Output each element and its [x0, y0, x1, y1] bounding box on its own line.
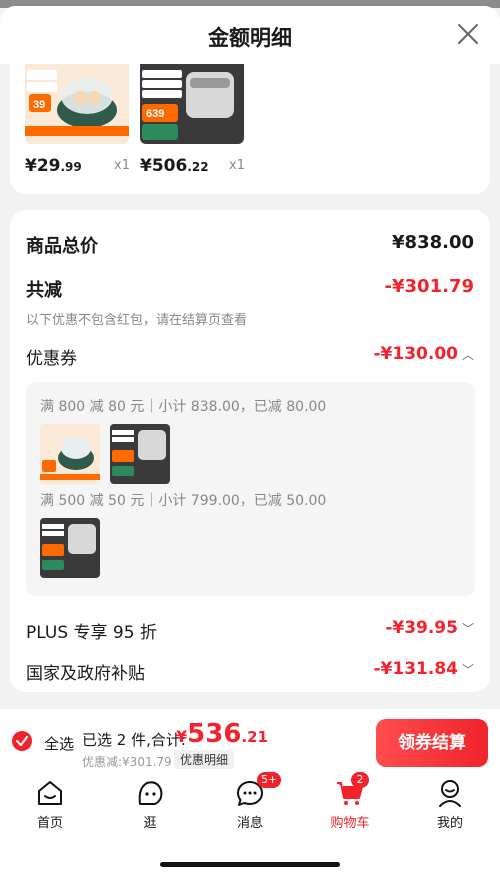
- browse-icon: [138, 781, 163, 805]
- chevron-down-icon: ﹀: [461, 663, 474, 677]
- chevron-up-icon: ︿: [461, 348, 474, 362]
- select-all-checkbox[interactable]: [12, 731, 32, 751]
- product-price: ¥29.99: [25, 156, 82, 176]
- total-reduction-label: 共减: [26, 280, 62, 301]
- cart-badge: 2: [351, 772, 369, 788]
- subsidy-label: 国家及政府补贴: [26, 664, 145, 684]
- tab-browse[interactable]: 逛: [110, 778, 190, 831]
- coupon-detail-box: 满 800 减 80 元｜小计 838.00，已减 80.00 满 500 减 …: [26, 382, 475, 596]
- close-button[interactable]: [456, 22, 480, 46]
- close-icon: [458, 24, 478, 44]
- tab-label: 购物车: [330, 816, 370, 831]
- product-list-card: 39 639 ¥29.99 x1 ¥506.22 x1: [10, 64, 490, 194]
- coupon-rule: 满 500 减 50 元｜小计 799.00，已减 50.00: [40, 493, 327, 509]
- home-icon: [38, 781, 62, 805]
- tab-label: 首页: [36, 816, 63, 831]
- plus-discount-value: -¥39.95: [385, 618, 458, 638]
- product-thumbnail-rice-cooker[interactable]: 639: [140, 64, 244, 144]
- product-price: ¥506.22: [140, 156, 209, 176]
- total-reduction-value: -¥301.79: [384, 276, 474, 297]
- product-thumb-price: 639: [146, 108, 164, 120]
- discount-summary: 优惠减:¥301.79: [82, 755, 172, 769]
- selected-summary: 已选 2 件,合计:: [82, 731, 186, 749]
- coupon-product-thumbnail: [110, 424, 170, 484]
- total-price-value: ¥838.00: [392, 232, 474, 253]
- tab-home[interactable]: 首页: [10, 778, 90, 831]
- plus-discount-toggle[interactable]: -¥39.95 ﹀: [385, 618, 474, 638]
- tab-label: 消息: [236, 816, 263, 831]
- checkout-button[interactable]: 领券结算: [376, 719, 488, 767]
- message-badge: 5+: [257, 772, 282, 788]
- coupon-product-thumbnail: [40, 424, 100, 484]
- discount-detail-tag[interactable]: 优惠明细: [174, 750, 235, 769]
- tab-label: 我的: [436, 816, 463, 831]
- coupon-product-thumbnail: [40, 518, 100, 578]
- home-indicator: [160, 862, 340, 867]
- profile-icon: [439, 780, 461, 807]
- tab-label: 逛: [143, 816, 157, 831]
- coupon-rule: 满 800 减 80 元｜小计 838.00，已减 80.00: [40, 399, 327, 415]
- tab-cart[interactable]: 2 购物车: [310, 772, 390, 831]
- product-quantity: x1: [114, 158, 130, 173]
- sheet-header: 金额明细: [0, 6, 500, 64]
- discount-note: 以下优惠不包含红包，请在结算页查看: [26, 313, 248, 328]
- check-icon: [16, 736, 28, 746]
- select-all-label[interactable]: 全选: [44, 733, 74, 754]
- coupon-value: -¥130.00: [373, 344, 458, 364]
- sheet-title: 金额明细: [208, 26, 292, 50]
- subsidy-toggle[interactable]: -¥131.84 ﹀: [373, 659, 474, 679]
- coupon-label: 优惠券: [26, 349, 77, 369]
- amount-detail-sheet: 金额明细 39 639 ¥29.99 x1 ¥506.22 x1 商品总价 ¥8…: [0, 6, 500, 873]
- chevron-down-icon: ﹀: [461, 622, 474, 636]
- plus-discount-label: PLUS 专享 95 折: [26, 623, 157, 643]
- checkout-bar: 全选 已选 2 件,合计: ¥536.21 优惠减:¥301.79 优惠明细 领…: [0, 708, 500, 770]
- total-price-label: 商品总价: [26, 236, 98, 257]
- price-summary-card: 商品总价 ¥838.00 共减 -¥301.79 以下优惠不包含红包，请在结算页…: [10, 210, 490, 692]
- product-thumbnail-egg-cooker[interactable]: 39: [25, 64, 129, 144]
- product-quantity: x1: [229, 158, 245, 173]
- tab-messages[interactable]: 5+ 消息: [210, 772, 290, 831]
- tab-profile[interactable]: 我的: [410, 778, 490, 831]
- bottom-tab-bar: 首页 逛 5+ 消息 2 购物车 我的: [0, 770, 500, 873]
- subsidy-value: -¥131.84: [373, 659, 458, 679]
- total-amount: ¥536.21: [176, 719, 268, 749]
- product-thumb-price: 39: [33, 99, 45, 111]
- coupon-toggle[interactable]: -¥130.00 ︿: [373, 344, 474, 364]
